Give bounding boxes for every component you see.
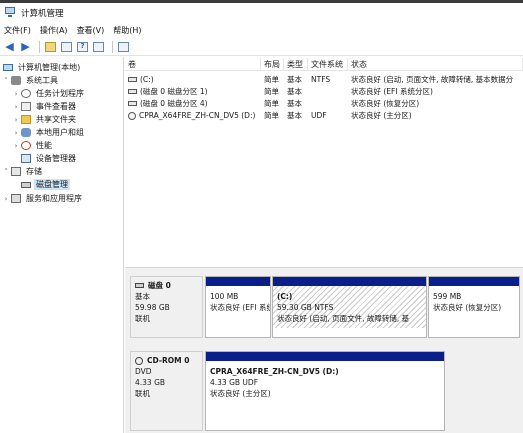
chevron-down-icon[interactable]: ˅ [2, 168, 10, 176]
partition-d[interactable]: CPRA_X64FRE_ZH-CN_DV5 (D:) 4.33 GB UDF 状… [205, 351, 445, 431]
disk-management-pane: 卷 布局 类型 文件系统 状态 (C:) 简单 基本 NTFS 状态良好 (启动… [125, 57, 523, 433]
partition-c[interactable]: (C:) 59.30 GB NTFS 状态良好 (启动, 页面文件, 故障转储,… [272, 276, 427, 338]
up-folder-icon[interactable] [44, 40, 57, 53]
navigation-tree: 计算机管理(本地) ˅ 系统工具 › 任务计划程序 › 事件查看器 › 共享文件… [0, 57, 124, 433]
volume-list-header: 卷 布局 类型 文件系统 状态 [125, 58, 523, 71]
chevron-right-icon[interactable]: › [12, 142, 20, 150]
chevron-right-icon[interactable]: › [12, 116, 20, 124]
partition-efi[interactable]: 100 MB 状态良好 (EFI 系统 [205, 276, 271, 338]
help-icon[interactable]: ? [76, 40, 89, 53]
volume-icon [128, 77, 137, 82]
window-title: 计算机管理 [21, 8, 64, 19]
chevron-down-icon[interactable]: ˅ [2, 77, 10, 85]
disk-icon [135, 283, 144, 288]
table-row[interactable]: CPRA_X64FRE_ZH-CN_DV5 (D:) 简单 基本 UDF 状态良… [125, 110, 523, 121]
services-icon [11, 194, 21, 203]
computer-management-icon [4, 7, 16, 18]
chevron-right-icon[interactable]: › [12, 103, 20, 111]
tree-item-task-scheduler[interactable]: › 任务计划程序 [12, 87, 86, 100]
tree-item-shared-folders[interactable]: › 共享文件夹 [12, 113, 78, 126]
volume-icon [128, 101, 137, 106]
volume-icon [128, 89, 137, 94]
title-bar: 计算机管理 [0, 0, 523, 22]
column-header-filesystem[interactable]: 文件系统 [308, 58, 348, 71]
partition-bar [429, 277, 519, 286]
storage-icon [11, 167, 21, 176]
console-tree-icon[interactable] [117, 40, 130, 53]
chevron-right-icon[interactable]: › [12, 129, 20, 137]
table-row[interactable]: (磁盘 0 磁盘分区 4) 简单 基本 状态良好 (恢复分区) [125, 98, 523, 109]
disk-graphical-view: 磁盘 0 基本 59.98 GB 联机 100 MB 状态良好 (EFI 系统 … [125, 267, 523, 433]
device-manager-icon [21, 154, 31, 163]
show-hide-tree-icon[interactable] [60, 40, 73, 53]
tree-item-device-manager[interactable]: 设备管理器 [20, 152, 78, 165]
menu-bar: 文件(F) 操作(A) 查看(V) 帮助(H) [0, 22, 523, 38]
chevron-right-icon[interactable]: › [12, 90, 20, 98]
table-row[interactable]: (C:) 简单 基本 NTFS 状态良好 (启动, 页面文件, 故障转储, 基本… [125, 74, 523, 85]
toolbar: ◀ ▶ ? [0, 38, 523, 56]
menu-action[interactable]: 操作(A) [40, 25, 68, 36]
tree-item-storage[interactable]: ˅ 存储 [2, 165, 44, 178]
properties-icon[interactable] [92, 40, 105, 53]
column-header-type[interactable]: 类型 [284, 58, 308, 71]
menu-help[interactable]: 帮助(H) [113, 25, 141, 36]
performance-icon [21, 141, 31, 150]
tree-item-event-viewer[interactable]: › 事件查看器 [12, 100, 78, 113]
forward-icon[interactable]: ▶ [19, 40, 32, 53]
menu-file[interactable]: 文件(F) [4, 25, 31, 36]
back-icon[interactable]: ◀ [3, 40, 16, 53]
event-log-icon [21, 102, 31, 111]
tree-item-disk-management[interactable]: 磁盘管理 [20, 178, 70, 191]
tree-item-local-users[interactable]: › 本地用户和组 [12, 126, 86, 139]
disk-0-label[interactable]: 磁盘 0 基本 59.98 GB 联机 [130, 276, 203, 338]
menu-view[interactable]: 查看(V) [77, 25, 105, 36]
cdrom-0-label[interactable]: CD-ROM 0 DVD 4.33 GB 联机 [130, 351, 203, 431]
chevron-right-icon[interactable]: › [2, 195, 10, 203]
users-icon [21, 128, 31, 137]
cd-icon [128, 111, 136, 120]
column-header-layout[interactable]: 布局 [261, 58, 284, 71]
disk-icon [21, 181, 31, 188]
column-header-status[interactable]: 状态 [348, 58, 523, 71]
tree-item-services[interactable]: › 服务和应用程序 [2, 192, 84, 205]
computer-icon [3, 64, 13, 71]
cd-icon [135, 356, 143, 365]
folder-icon [21, 115, 31, 124]
tools-icon [11, 76, 21, 85]
partition-bar [273, 277, 426, 286]
table-row[interactable]: (磁盘 0 磁盘分区 1) 简单 基本 状态良好 (EFI 系统分区) [125, 86, 523, 97]
partition-recovery[interactable]: 599 MB 状态良好 (恢复分区) [428, 276, 520, 338]
partition-bar [206, 277, 270, 286]
partition-bar [206, 352, 444, 361]
tree-item-performance[interactable]: › 性能 [12, 139, 54, 152]
toolbar-separator [39, 40, 40, 53]
tree-item-system-tools[interactable]: ˅ 系统工具 [2, 74, 60, 87]
clock-icon [21, 89, 31, 98]
toolbar-separator [112, 40, 113, 53]
tree-item-root[interactable]: 计算机管理(本地) [2, 61, 82, 74]
column-header-volume[interactable]: 卷 [125, 58, 261, 71]
